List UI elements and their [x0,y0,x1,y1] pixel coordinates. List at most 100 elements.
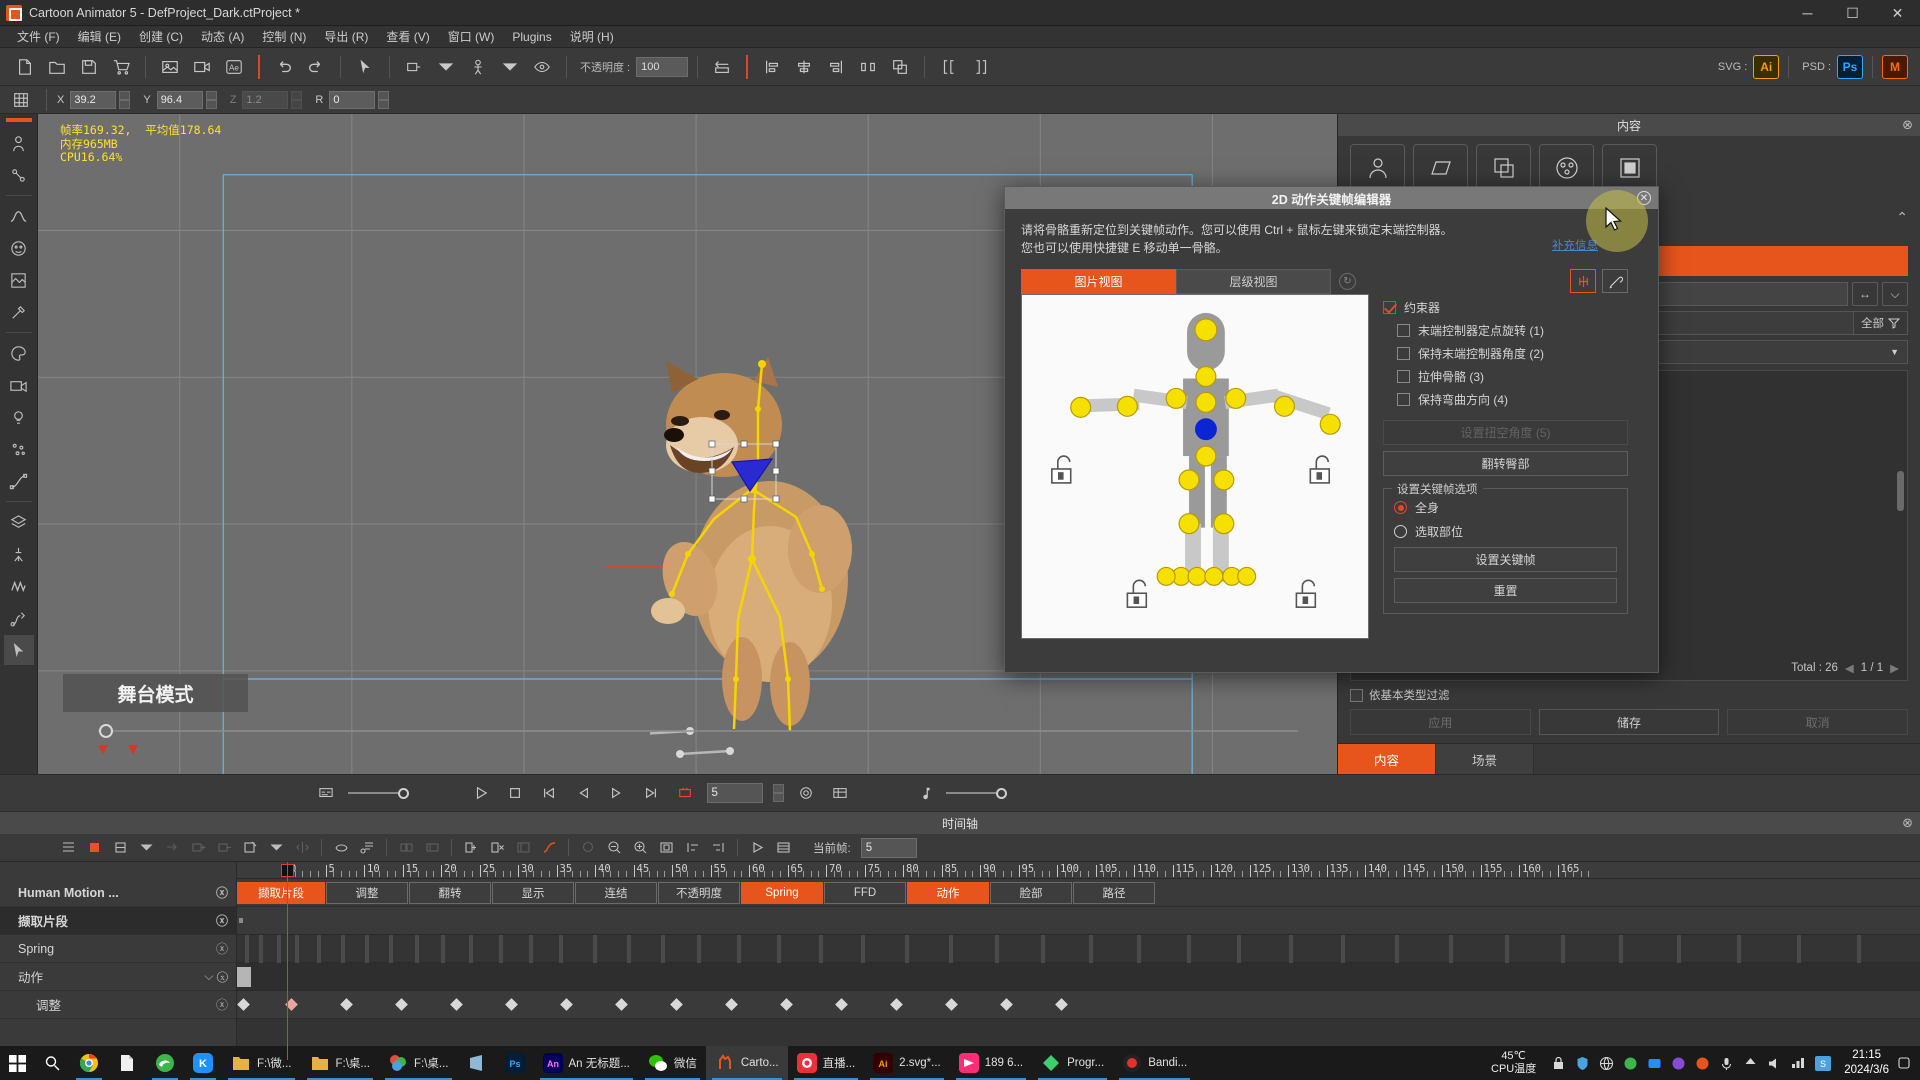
marketplace-cart-icon[interactable] [106,53,136,81]
x-input[interactable]: 39.2 [70,90,117,109]
mirror-icon[interactable] [290,837,314,859]
keyframe-diamond[interactable] [890,998,903,1011]
flip-icon[interactable] [707,53,737,81]
reset-button[interactable]: 重置 [1394,578,1617,603]
track-close-icon[interactable]: ⓧ [216,940,228,957]
group-icon[interactable] [885,53,915,81]
composer-mode-icon[interactable] [4,128,34,158]
volume-slider[interactable] [945,787,1007,799]
dropdown-circle-icon[interactable]: ⌵ [1882,282,1908,306]
move-transform-icon[interactable] [399,53,429,81]
z-stepper[interactable] [291,90,303,109]
delete-frame-icon[interactable] [485,837,509,859]
timeline-tag-0[interactable]: 撷取片段 [237,882,325,904]
timeline-tag-3[interactable]: 显示 [492,882,574,904]
radio-selected-part[interactable]: 选取部位 [1394,523,1617,540]
tray-lock-icon[interactable] [1551,1056,1566,1071]
set-keyframe-button[interactable]: 设置关键帧 [1394,547,1617,572]
motion-clip-block[interactable] [237,967,251,987]
add-clip-icon[interactable] [186,837,210,859]
collapse-tracks-icon[interactable] [108,837,132,859]
next-frame-icon[interactable] [605,781,629,805]
frame-stepper[interactable] [772,784,784,802]
bone-edit-icon[interactable] [4,160,34,190]
refresh-icon[interactable]: ↻ [1339,273,1356,290]
y-input[interactable]: 96.4 [156,90,203,109]
light-icon[interactable] [4,402,34,432]
track-close-icon[interactable]: ⓧ [216,912,228,929]
track-close-icon[interactable]: ⓧ [216,884,228,901]
viewport-scrubber[interactable] [58,722,1308,740]
fit-timeline-icon[interactable] [654,837,678,859]
play-icon[interactable] [469,781,493,805]
keyframe-diamond[interactable] [560,998,573,1011]
menu-create[interactable]: 创建 (C) [130,26,192,47]
align-right-icon[interactable] [821,53,851,81]
range-markers[interactable] [94,743,154,761]
media-category-icon[interactable] [1539,144,1594,191]
template-category-icon[interactable] [1602,144,1657,191]
align-start-icon[interactable] [680,837,704,859]
flip-hip-button[interactable]: 翻转臀部 [1383,451,1628,476]
keyframe-diamond[interactable] [450,998,463,1011]
particle-icon[interactable] [4,434,34,464]
delete-track-icon[interactable] [82,837,106,859]
timeline-tag-8[interactable]: 动作 [907,882,989,904]
keyframe-diamond[interactable] [340,998,353,1011]
menu-help[interactable]: 说明 (H) [561,26,623,47]
tray-globe-icon[interactable] [1599,1056,1614,1071]
cancel-button[interactable]: 取消 [1727,709,1909,735]
timeline-tag-9[interactable]: 脸部 [990,882,1072,904]
prev-frame-icon[interactable] [571,781,595,805]
timeline-tracks-area[interactable]: 0510152025303540455055606570758085909510… [237,862,1920,1060]
render-image-icon[interactable] [155,53,185,81]
keyframe-diamond[interactable] [1055,998,1068,1011]
tab-scene[interactable]: 场景 [1436,744,1534,774]
first-frame-icon[interactable] [537,781,561,805]
spring-icon[interactable] [4,571,34,601]
remove-clip-icon[interactable] [212,837,236,859]
x-stepper[interactable] [119,90,131,109]
timeline-close-icon[interactable]: ⊗ [1902,815,1913,831]
camera-icon[interactable] [4,370,34,400]
opacity-value[interactable]: 100 [636,56,689,77]
taskbar-clock[interactable]: 21:15 2024/3/6 [1840,1048,1889,1078]
tray-orange-icon[interactable] [1695,1056,1710,1071]
track-adjust[interactable] [237,991,1920,1019]
audio-track-icon[interactable] [355,837,379,859]
menu-file[interactable]: 文件 (F) [8,26,69,47]
collapse-chevron-icon[interactable]: ⌃ [1896,209,1908,226]
track-name-spring[interactable]: Spring ⓧ [0,935,236,963]
expand-width-icon[interactable]: ↔ [1852,282,1878,306]
tray-blue-icon[interactable] [1647,1056,1662,1071]
prev-page-icon[interactable]: ◀ [1845,661,1854,675]
timeline-options-icon[interactable] [771,837,795,859]
menu-export[interactable]: 导出 (R) [315,26,377,47]
tab-content[interactable]: 内容 [1338,744,1436,774]
taskbar-chrome[interactable] [70,1046,108,1080]
checkbox-keep-effector-angle[interactable]: 保持末端控制器角度 (2) [1397,345,1628,362]
copy-keys-icon[interactable] [394,837,418,859]
track-name-capture-clip[interactable]: 撷取片段 ⓧ [0,907,236,935]
menu-view[interactable]: 查看 (V) [377,26,438,47]
keyframe-diamond[interactable] [725,998,738,1011]
taskbar-illustrator[interactable]: Ai 2.svg*... [864,1046,950,1080]
menu-edit[interactable]: 编辑 (E) [69,26,130,47]
curve-editor-icon[interactable] [537,837,561,859]
photoshop-badge[interactable]: Ps [1837,54,1863,79]
frame-input[interactable]: 5 [706,783,763,803]
checkbox-end-effector-rotate[interactable]: 末端控制器定点旋转 (1) [1397,322,1628,339]
next-page-icon[interactable]: ▶ [1890,661,1899,675]
keyframe-diamond[interactable] [670,998,683,1011]
face-puppet-icon[interactable] [4,233,34,263]
tray-purple-icon[interactable] [1671,1056,1686,1071]
keyframe-diamond[interactable] [395,998,408,1011]
loop-region-icon[interactable] [673,781,697,805]
align-left-icon[interactable] [757,53,787,81]
content-panel-close-icon[interactable]: ⊗ [1902,117,1913,133]
clip-range-icon[interactable] [511,837,535,859]
track-close-icon[interactable]: ⓧ [216,996,228,1013]
taskbar-bandicam[interactable]: Bandi... [1113,1046,1196,1080]
illustrator-badge[interactable]: Ai [1753,54,1780,79]
maximize-button[interactable]: ☐ [1830,0,1875,26]
